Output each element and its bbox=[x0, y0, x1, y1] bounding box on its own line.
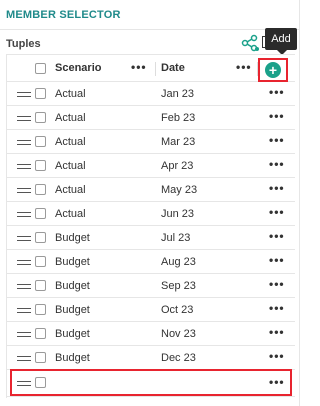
drag-handle-icon[interactable] bbox=[17, 140, 31, 145]
drag-handle-icon[interactable] bbox=[17, 332, 31, 337]
table-row[interactable]: Actual Apr 23 ••• bbox=[7, 154, 295, 178]
cell-date[interactable]: May 23 bbox=[161, 184, 197, 196]
column-separator[interactable] bbox=[155, 62, 156, 76]
cell-date[interactable]: Feb 23 bbox=[161, 112, 195, 124]
row-checkbox[interactable] bbox=[35, 232, 46, 243]
drag-handle-icon[interactable] bbox=[17, 260, 31, 265]
row-menu[interactable]: ••• bbox=[269, 157, 285, 171]
table-row[interactable]: Actual Jan 23 ••• bbox=[7, 82, 295, 106]
column-header-date[interactable]: Date bbox=[161, 62, 185, 74]
row-menu[interactable]: ••• bbox=[269, 205, 285, 219]
column-header-scenario[interactable]: Scenario bbox=[55, 62, 101, 74]
row-menu[interactable]: ••• bbox=[269, 229, 285, 243]
cell-scenario[interactable]: Budget bbox=[55, 328, 90, 340]
share-icon[interactable] bbox=[241, 34, 259, 52]
drag-handle-icon[interactable] bbox=[17, 236, 31, 241]
row-checkbox[interactable] bbox=[35, 208, 46, 219]
row-checkbox[interactable] bbox=[35, 112, 46, 123]
panel-header: MEMBER SELECTOR bbox=[0, 0, 300, 30]
column-menu-date[interactable]: ••• bbox=[236, 60, 252, 74]
cell-date[interactable]: Dec 23 bbox=[161, 352, 196, 364]
select-all-checkbox[interactable] bbox=[35, 63, 46, 74]
row-menu[interactable]: ••• bbox=[269, 301, 285, 315]
table-row[interactable]: Actual Jun 23 ••• bbox=[7, 202, 295, 226]
row-checkbox[interactable] bbox=[35, 280, 46, 291]
cell-date[interactable]: Jun 23 bbox=[161, 208, 194, 220]
drag-handle-icon[interactable] bbox=[17, 92, 31, 97]
cell-scenario[interactable]: Budget bbox=[55, 352, 90, 364]
row-menu[interactable]: ••• bbox=[269, 349, 285, 363]
cell-scenario[interactable]: Budget bbox=[55, 232, 90, 244]
row-checkbox[interactable] bbox=[35, 136, 46, 147]
cell-scenario[interactable]: Actual bbox=[55, 136, 86, 148]
drag-handle-icon[interactable] bbox=[17, 284, 31, 289]
row-checkbox[interactable] bbox=[35, 328, 46, 339]
cell-scenario[interactable]: Budget bbox=[55, 280, 90, 292]
new-row-highlight bbox=[10, 369, 292, 396]
cell-date[interactable]: Jan 23 bbox=[161, 88, 194, 100]
grid-header: Scenario ••• Date ••• bbox=[7, 54, 295, 82]
row-menu[interactable]: ••• bbox=[269, 133, 285, 147]
cell-scenario[interactable]: Budget bbox=[55, 256, 90, 268]
drag-handle-icon[interactable] bbox=[17, 164, 31, 169]
cell-date[interactable]: Sep 23 bbox=[161, 280, 196, 292]
panel-title: MEMBER SELECTOR bbox=[6, 9, 121, 21]
cell-scenario[interactable]: Actual bbox=[55, 208, 86, 220]
add-tooltip: Add bbox=[265, 28, 297, 55]
row-menu[interactable]: ••• bbox=[269, 325, 285, 339]
drag-handle-icon[interactable] bbox=[17, 116, 31, 121]
row-menu[interactable]: ••• bbox=[269, 181, 285, 195]
row-menu[interactable]: ••• bbox=[269, 85, 285, 99]
row-checkbox[interactable] bbox=[35, 352, 46, 363]
row-checkbox[interactable] bbox=[35, 88, 46, 99]
tuples-label: Tuples bbox=[6, 38, 41, 50]
row-checkbox[interactable] bbox=[35, 304, 46, 315]
table-row[interactable]: Budget Nov 23 ••• bbox=[7, 322, 295, 346]
table-row[interactable]: Budget Sep 23 ••• bbox=[7, 274, 295, 298]
add-icon[interactable]: + bbox=[265, 62, 281, 78]
cell-date[interactable]: Jul 23 bbox=[161, 232, 190, 244]
table-row[interactable]: Budget Dec 23 ••• bbox=[7, 346, 295, 370]
cell-scenario[interactable]: Budget bbox=[55, 304, 90, 316]
row-checkbox[interactable] bbox=[35, 256, 46, 267]
drag-handle-icon[interactable] bbox=[17, 356, 31, 361]
add-tuple-button[interactable]: + bbox=[258, 58, 288, 82]
cell-scenario[interactable]: Actual bbox=[55, 184, 86, 196]
cell-date[interactable]: Aug 23 bbox=[161, 256, 196, 268]
cell-date[interactable]: Oct 23 bbox=[161, 304, 193, 316]
table-row[interactable]: Budget Oct 23 ••• bbox=[7, 298, 295, 322]
table-row[interactable]: Actual Feb 23 ••• bbox=[7, 106, 295, 130]
drag-handle-icon[interactable] bbox=[17, 212, 31, 217]
cell-date[interactable]: Apr 23 bbox=[161, 160, 193, 172]
row-checkbox[interactable] bbox=[35, 160, 46, 171]
row-menu[interactable]: ••• bbox=[269, 277, 285, 291]
cell-scenario[interactable]: Actual bbox=[55, 88, 86, 100]
table-row[interactable]: Actual Mar 23 ••• bbox=[7, 130, 295, 154]
row-menu[interactable]: ••• bbox=[269, 109, 285, 123]
row-checkbox[interactable] bbox=[35, 184, 46, 195]
cell-scenario[interactable]: Actual bbox=[55, 160, 86, 172]
column-menu-scenario[interactable]: ••• bbox=[131, 60, 147, 74]
cell-scenario[interactable]: Actual bbox=[55, 112, 86, 124]
drag-handle-icon[interactable] bbox=[17, 308, 31, 313]
tuples-grid: Scenario ••• Date ••• Actual Jan 23 ••• … bbox=[6, 54, 295, 398]
cell-date[interactable]: Mar 23 bbox=[161, 136, 195, 148]
table-row[interactable]: Actual May 23 ••• bbox=[7, 178, 295, 202]
drag-handle-icon[interactable] bbox=[17, 188, 31, 193]
table-row[interactable]: Budget Jul 23 ••• bbox=[7, 226, 295, 250]
table-row[interactable]: Budget Aug 23 ••• bbox=[7, 250, 295, 274]
member-selector-panel: MEMBER SELECTOR Tuples Add Scenario ••• … bbox=[0, 0, 300, 406]
cell-date[interactable]: Nov 23 bbox=[161, 328, 196, 340]
row-menu[interactable]: ••• bbox=[269, 253, 285, 267]
